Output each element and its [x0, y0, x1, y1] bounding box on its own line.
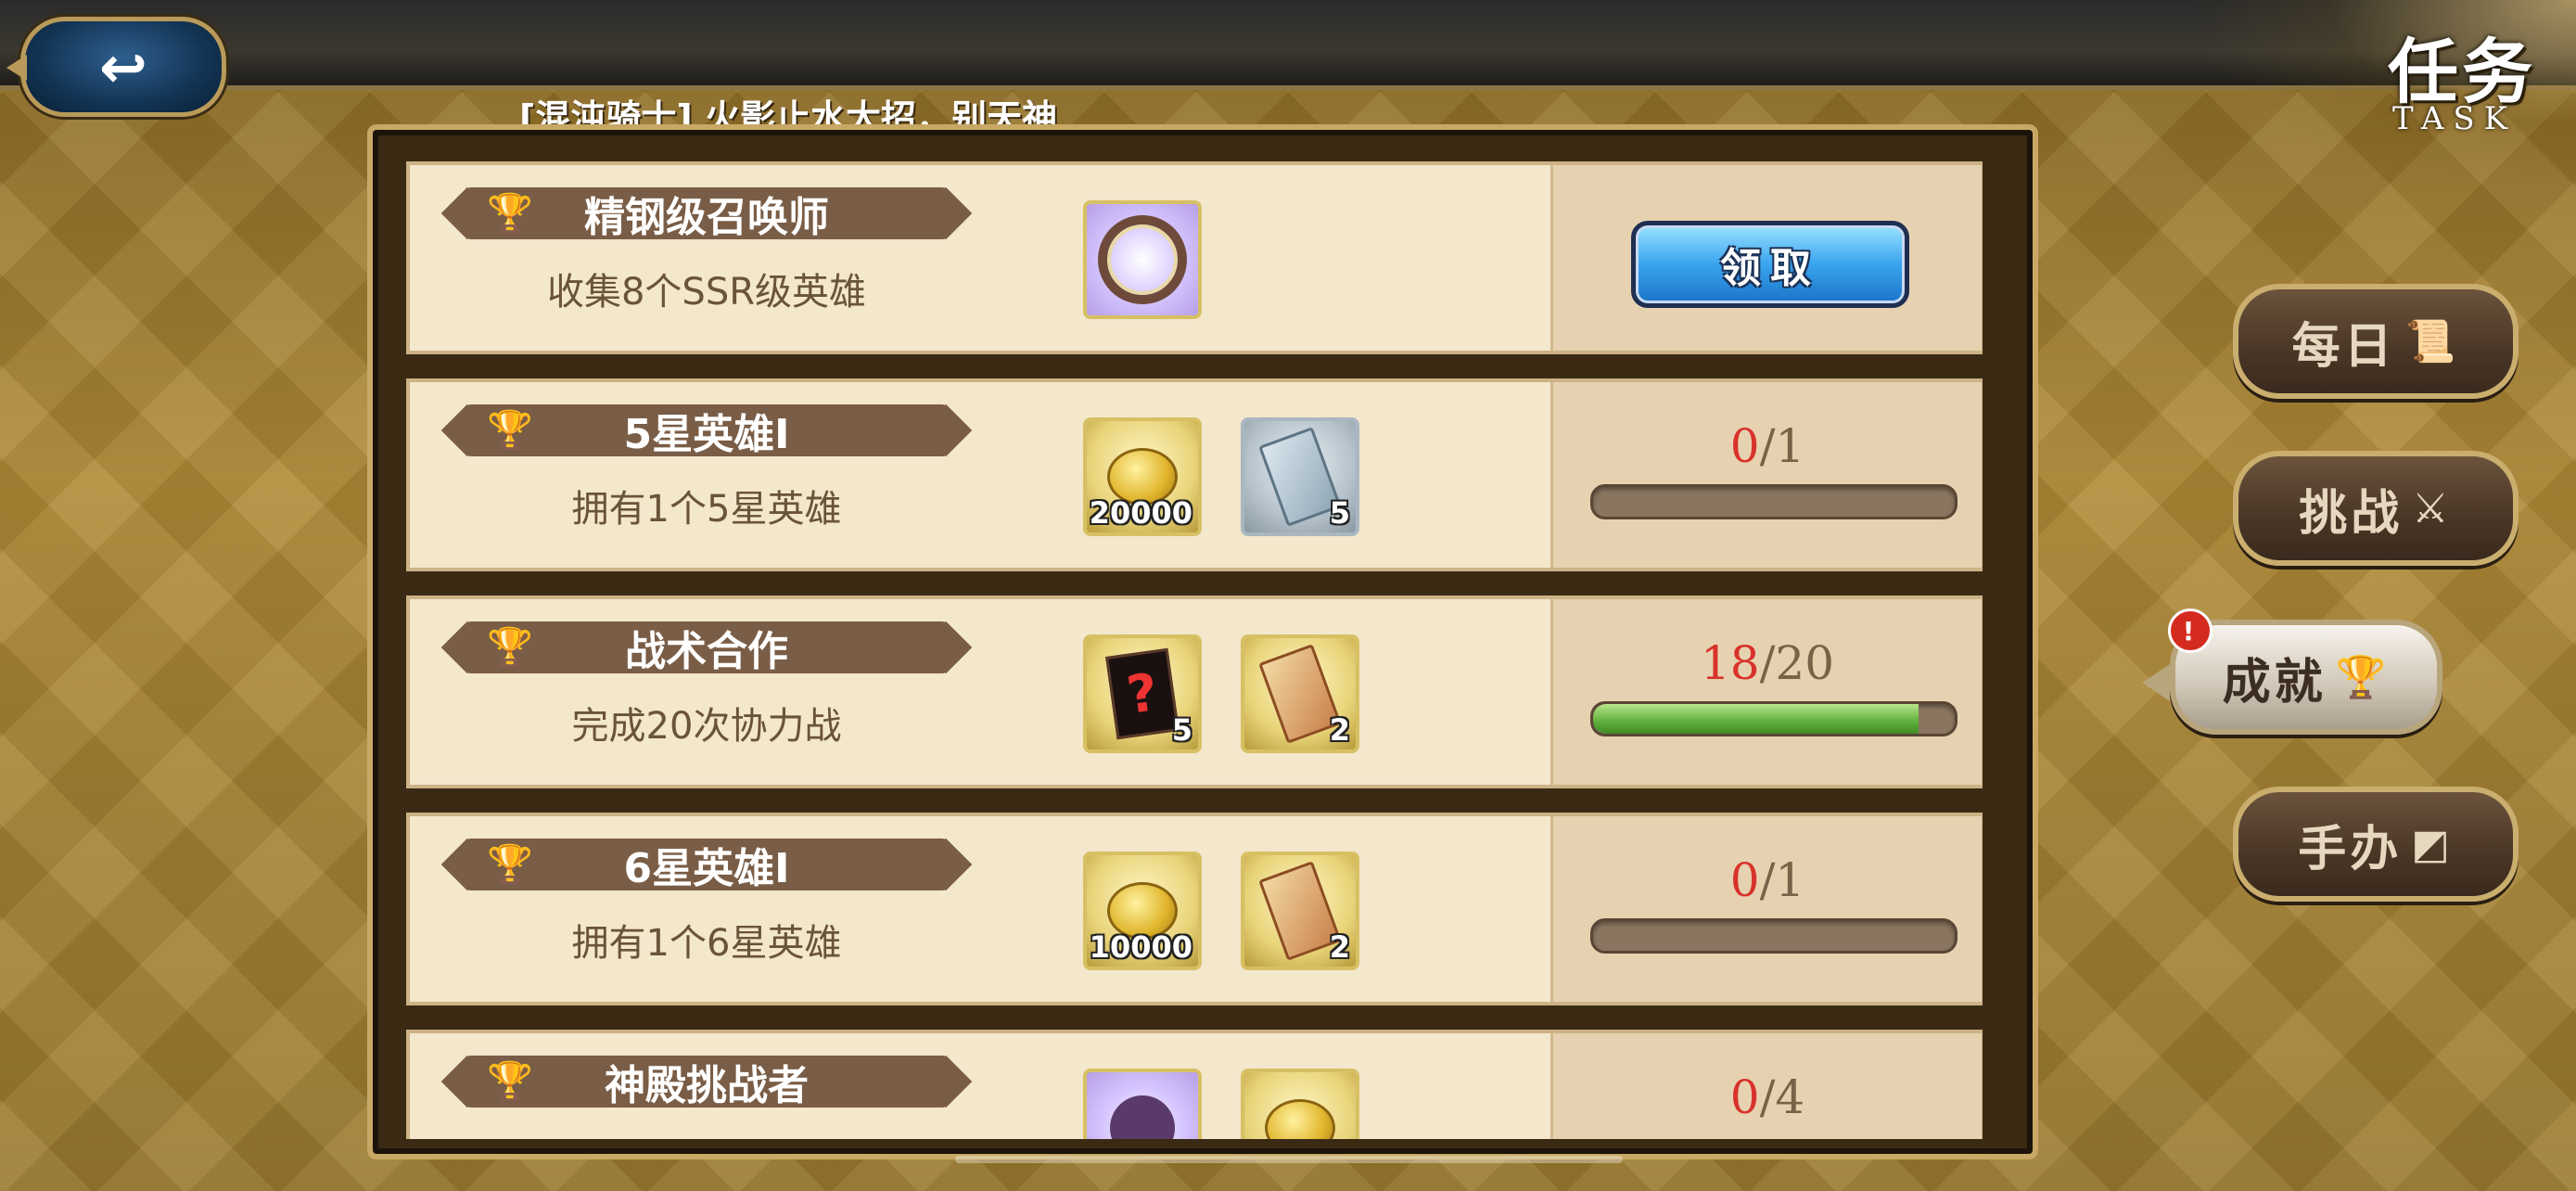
task-banner: 🏆 5星英雄Ⅰ	[465, 404, 948, 458]
reward-count: 20000	[1089, 495, 1192, 531]
reward-count: 5	[1329, 495, 1350, 531]
task-title: 战术合作	[625, 628, 788, 675]
tab-label: 手办	[2298, 821, 2403, 877]
reward-item[interactable]	[1241, 1069, 1359, 1139]
tab-daily[interactable]: 每日 📜	[2233, 284, 2519, 399]
crossed-swords-icon: ⚔	[2412, 484, 2453, 532]
progress-text: 0/1	[1553, 419, 1982, 473]
task-title: 神殿挑战者	[605, 1062, 809, 1109]
task-card: 🏆 精钢级召唤师 收集8个SSR级英雄 领取	[406, 161, 1983, 354]
task-description: 完成20次协力战	[571, 705, 842, 748]
task-title: 6星英雄Ⅰ	[623, 845, 790, 892]
task-banner: 🏆 精钢级召唤师	[465, 187, 948, 241]
progress-text: 0/1	[1553, 853, 1982, 907]
task-description: 拥有1个5星英雄	[571, 488, 842, 531]
progress-total: /4	[1759, 1070, 1805, 1124]
progress-bar	[1590, 484, 1958, 519]
task-banner: 🏆 神殿挑战者	[465, 1056, 948, 1109]
progress-fill	[1593, 704, 1919, 734]
cube-icon: ◩	[2411, 820, 2454, 868]
task-status-area: 0/1	[1550, 816, 1982, 1002]
progress-bar	[1590, 701, 1958, 736]
task-list[interactable]: 🏆 精钢级召唤师 收集8个SSR级英雄 领取 🏆 5星英雄Ⅰ 拥有1个5星英雄 …	[406, 161, 1983, 1139]
progress-current: 0	[1729, 419, 1760, 473]
reward-item[interactable]	[1083, 200, 1202, 319]
reward-item[interactable]: 2	[1241, 852, 1359, 970]
back-arrow-icon: ↩	[99, 32, 147, 101]
task-description: 拥有1个6星英雄	[571, 922, 842, 965]
tab-figures[interactable]: 手办 ◩	[2233, 787, 2519, 902]
page-title-en: TASK	[2392, 100, 2518, 137]
task-banner: 🏆 6星英雄Ⅰ	[465, 839, 948, 892]
progress-current: 0	[1729, 1070, 1760, 1124]
task-status-area: 18/20	[1550, 599, 1982, 785]
page-title: 任务 TASK	[2355, 15, 2569, 137]
trophy-icon: 🏆	[487, 843, 533, 886]
task-status-area: 0/4	[1550, 1033, 1982, 1139]
claim-button[interactable]: 领取	[1631, 221, 1909, 308]
task-card: 🏆 5星英雄Ⅰ 拥有1个5星英雄 20000 5 0/1	[406, 378, 1983, 571]
task-card: 🏆 神殿挑战者 0/4	[406, 1030, 1983, 1139]
reward-count: 10000	[1089, 929, 1192, 965]
task-status-area: 0/1	[1550, 382, 1982, 568]
scroll-indicator[interactable]	[955, 1156, 1623, 1163]
task-description: 收集8个SSR级英雄	[546, 271, 867, 314]
back-button[interactable]: ↩	[6, 17, 226, 117]
task-banner: 🏆 战术合作	[465, 621, 948, 675]
reward-count: 2	[1329, 929, 1350, 965]
tab-label: 挑战	[2299, 485, 2404, 542]
trophy-icon: 🏆	[487, 192, 533, 235]
ring-icon	[1098, 215, 1187, 304]
progress-current: 18	[1700, 636, 1760, 690]
task-card: 🏆 6星英雄Ⅰ 拥有1个6星英雄 10000 2 0/1	[406, 813, 1983, 1005]
reward-item[interactable]: ? 5	[1083, 634, 1202, 753]
reward-item[interactable]: 2	[1241, 634, 1359, 753]
progress-total: /20	[1759, 636, 1835, 690]
scroll-icon: 📜	[2404, 318, 2460, 365]
trophy-icon: 🏆	[487, 626, 533, 669]
progress-total: /1	[1759, 853, 1805, 907]
tab-label: 成就	[2222, 654, 2327, 711]
reward-item[interactable]: 10000	[1083, 852, 1202, 970]
reward-item[interactable]: 5	[1241, 417, 1359, 536]
task-title: 精钢级召唤师	[584, 194, 829, 241]
hero-portrait-icon	[1110, 1095, 1175, 1139]
tab-label: 每日	[2291, 318, 2396, 375]
reward-item[interactable]	[1083, 1069, 1202, 1139]
gold-coin-icon	[1265, 1099, 1335, 1139]
alert-badge: !	[2168, 608, 2213, 653]
trophy-icon: 🏆	[2335, 654, 2391, 701]
reward-count: 5	[1171, 712, 1192, 748]
progress-current: 0	[1729, 853, 1760, 907]
mystery-scroll-icon: ?	[1105, 647, 1180, 740]
progress-text: 18/20	[1553, 636, 1982, 690]
task-title: 5星英雄Ⅰ	[623, 411, 790, 458]
tab-achievement[interactable]: ! 成就 🏆	[2142, 608, 2442, 735]
progress-total: /1	[1759, 419, 1805, 473]
trophy-icon: 🏆	[487, 409, 533, 452]
reward-count: 2	[1329, 712, 1350, 748]
reward-item[interactable]: 20000	[1083, 417, 1202, 536]
task-status-area: 领取	[1550, 165, 1982, 351]
trophy-icon: 🏆	[487, 1060, 533, 1103]
task-card: 🏆 战术合作 完成20次协力战 ? 5 2 18/20	[406, 596, 1983, 788]
tab-challenge[interactable]: 挑战 ⚔	[2233, 451, 2519, 566]
progress-bar	[1590, 918, 1958, 954]
progress-text: 0/4	[1553, 1070, 1982, 1124]
